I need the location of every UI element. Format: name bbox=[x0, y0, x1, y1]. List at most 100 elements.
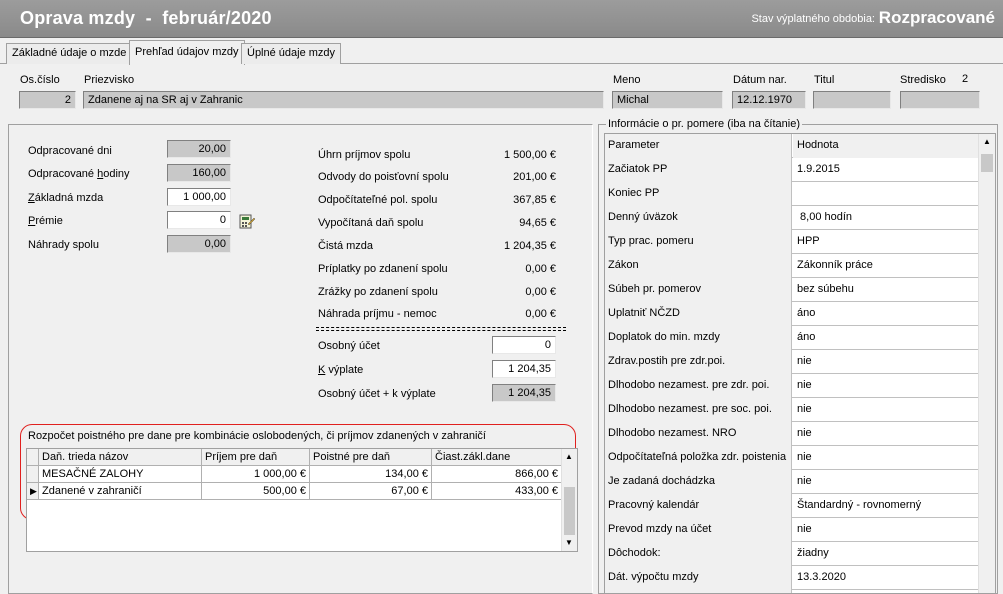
foreign-tax-scrollbar[interactable]: ▲ ▼ bbox=[561, 449, 577, 551]
info-param: Dlhodobo nezamest. pre zdr. poi. bbox=[605, 374, 792, 398]
meno-label: Meno bbox=[613, 74, 641, 86]
row-pointer-icon: ▶ bbox=[27, 483, 39, 500]
info-value: nie bbox=[797, 451, 812, 463]
tab-uplne-udaje[interactable]: Úplné údaje mzdy bbox=[241, 43, 342, 64]
info-value: nie bbox=[797, 355, 812, 367]
summary-value: 0,00 € bbox=[525, 263, 556, 275]
nahrady-field: 0,00 bbox=[167, 235, 231, 253]
premie-input[interactable]: 0 bbox=[167, 211, 231, 229]
info-header-row: Parameter Hodnota bbox=[605, 134, 979, 158]
calculator-icon[interactable] bbox=[238, 212, 256, 230]
odpracovane-dni-field: 20,00 bbox=[167, 140, 231, 158]
info-row: Denný úväzok 8,00 hodín bbox=[605, 206, 979, 230]
info-value bbox=[793, 590, 979, 593]
info-row: Dôchodok: žiadny bbox=[605, 542, 979, 566]
info-value: bez súbehu bbox=[797, 283, 854, 295]
info-panel-title: Informácie o pr. pomere (iba na čítanie) bbox=[606, 118, 802, 130]
odpracovane-dni-label: Odpracované dni bbox=[28, 145, 112, 157]
info-scrollbar[interactable]: ▲ bbox=[978, 134, 995, 593]
table-header-cell[interactable]: Príjem pre daň bbox=[202, 449, 310, 466]
scrollbar-thumb[interactable] bbox=[564, 487, 575, 535]
table-header-cell[interactable]: Daň. trieda názov bbox=[39, 449, 202, 466]
summary-value: 1 204,35 € bbox=[504, 240, 556, 252]
summary-value: 94,65 € bbox=[519, 217, 556, 229]
info-value: nie bbox=[797, 427, 812, 439]
summary-label: Zrážky po zdanení spolu bbox=[318, 286, 438, 298]
info-row: Koniec PP bbox=[605, 182, 979, 206]
tab-bar: Základné údaje o mzde Prehľad údajov mzd… bbox=[0, 40, 1003, 65]
osobny-ucet-label: Osobný účet bbox=[318, 340, 380, 352]
table-row[interactable]: MESAČNÉ ZALOHY 1 000,00 € 134,00 € 866,0… bbox=[27, 466, 562, 483]
info-value: HPP bbox=[797, 235, 820, 247]
info-header-value: Hodnota bbox=[793, 134, 979, 158]
table-row[interactable]: ▶ Zdanené v zahraničí 500,00 € 67,00 € 4… bbox=[27, 483, 562, 500]
window-title: Oprava mzdy - február/2020 bbox=[20, 8, 272, 28]
info-row: Začiatok PP 1.9.2015 bbox=[605, 158, 979, 182]
info-param: Začiatok PP bbox=[605, 158, 792, 182]
summary-label: Odpočítateľné pol. spolu bbox=[318, 194, 438, 206]
info-row: Prevod mzdy na účet nie bbox=[605, 518, 979, 542]
premie-label: Prémie bbox=[28, 215, 63, 227]
info-row bbox=[605, 590, 979, 593]
info-param: Dlhodobo nezamest. NRO bbox=[605, 422, 792, 446]
info-param: Zákon bbox=[605, 254, 792, 278]
summary-value: 0,00 € bbox=[525, 308, 556, 320]
info-row: Typ prac. pomeru HPP bbox=[605, 230, 979, 254]
stredisko-value: 2 bbox=[962, 73, 969, 85]
tab-prehlad-udajov[interactable]: Prehľad údajov mzdy bbox=[129, 40, 245, 65]
summary-value: 367,85 € bbox=[513, 194, 556, 206]
scroll-up-icon[interactable]: ▲ bbox=[983, 137, 991, 146]
stredisko-field bbox=[900, 91, 980, 109]
info-value: áno bbox=[797, 331, 816, 343]
info-header-param: Parameter bbox=[605, 134, 792, 158]
osobny-ucet-k-vyplate-field: 1 204,35 bbox=[492, 384, 556, 402]
k-vyplate-input[interactable]: 1 204,35 bbox=[492, 360, 556, 378]
info-param bbox=[605, 590, 792, 593]
table-cell: Zdanené v zahraničí bbox=[39, 483, 202, 500]
info-param: Denný úväzok bbox=[605, 206, 792, 230]
info-row: Pracovný kalendár Štandardný - rovnomerný bbox=[605, 494, 979, 518]
summary-value: 0,00 € bbox=[525, 286, 556, 298]
summary-value: 1 500,00 € bbox=[504, 149, 556, 161]
info-value: nie bbox=[797, 379, 812, 391]
separator bbox=[316, 327, 566, 328]
foreign-tax-title: Rozpočet poistného pre dane pre kombinác… bbox=[28, 430, 486, 442]
info-param: Dát. výpočtu mzdy bbox=[605, 566, 792, 590]
scrollbar-thumb[interactable] bbox=[981, 154, 993, 172]
info-value: 8,00 hodín bbox=[797, 211, 853, 223]
info-param: Odpočítateľná položka zdr. poistenia bbox=[605, 446, 792, 470]
info-value: Štandardný - rovnomerný bbox=[797, 499, 922, 511]
info-row: Zákon Zákonník práce bbox=[605, 254, 979, 278]
datum-nar-label: Dátum nar. bbox=[733, 74, 787, 86]
info-row: Dát. výpočtu mzdy 13.3.2020 bbox=[605, 566, 979, 590]
scroll-up-icon[interactable]: ▲ bbox=[565, 452, 573, 461]
datum-nar-field: 12.12.1970 bbox=[732, 91, 806, 109]
info-table[interactable]: Parameter Hodnota Začiatok PP 1.9.2015 Ko… bbox=[604, 133, 996, 594]
os-cislo-field: 2 bbox=[19, 91, 76, 109]
titul-field bbox=[813, 91, 891, 109]
info-param: Uplatniť NČZD bbox=[605, 302, 792, 326]
separator bbox=[316, 330, 566, 331]
info-value: nie bbox=[797, 403, 812, 415]
table-header-cell[interactable]: Čiast.zákl.dane bbox=[432, 449, 562, 466]
stredisko-label: Stredisko bbox=[900, 74, 946, 86]
summary-label: Odvody do poisťovní spolu bbox=[318, 171, 449, 183]
osobny-ucet-k-vyplate-label: Osobný účet + k výplate bbox=[318, 388, 436, 400]
status-label: Stav výplatného obdobia: bbox=[751, 13, 875, 25]
scroll-down-icon[interactable]: ▼ bbox=[565, 538, 573, 547]
info-param: Koniec PP bbox=[605, 182, 792, 206]
zakladna-mzda-input[interactable]: 1 000,00 bbox=[167, 188, 231, 206]
info-row: Dlhodobo nezamest. pre zdr. poi. nie bbox=[605, 374, 979, 398]
foreign-tax-table[interactable]: Daň. trieda názov Príjem pre daň Poistné… bbox=[26, 448, 578, 552]
info-param: Zdrav.postih pre zdr.poi. bbox=[605, 350, 792, 374]
table-header-cell[interactable]: Poistné pre daň bbox=[310, 449, 432, 466]
info-row: Uplatniť NČZD áno bbox=[605, 302, 979, 326]
info-param: Pracovný kalendár bbox=[605, 494, 792, 518]
table-cell: 67,00 € bbox=[310, 483, 432, 500]
osobny-ucet-input[interactable]: 0 bbox=[492, 336, 556, 354]
title-bar: Oprava mzdy - február/2020 Stav výplatné… bbox=[0, 0, 1003, 38]
tab-zakladne-udaje[interactable]: Základné údaje o mzde bbox=[6, 43, 133, 64]
os-cislo-label: Os.číslo bbox=[20, 74, 60, 86]
summary-label: Vypočítaná daň spolu bbox=[318, 217, 424, 229]
info-param: Dlhodobo nezamest. pre soc. poi. bbox=[605, 398, 792, 422]
